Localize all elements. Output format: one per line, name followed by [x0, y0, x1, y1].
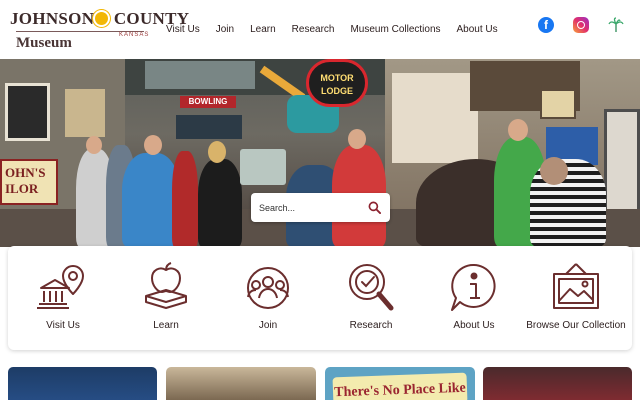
hero-framed-print	[65, 89, 105, 137]
nav-museum-collections[interactable]: Museum Collections	[350, 24, 440, 35]
hero-person	[198, 159, 242, 247]
search-icon[interactable]	[368, 201, 381, 214]
hero-display-case	[240, 149, 286, 185]
hero-bowling-sign: BOWLING	[180, 96, 236, 108]
hero-lodge-text: LODGE	[320, 86, 353, 96]
facebook-icon[interactable]: f	[538, 17, 554, 33]
framed-picture-icon	[553, 263, 599, 309]
map-pin-museum-icon	[37, 265, 84, 309]
hero-person	[172, 151, 198, 247]
feature-card[interactable]	[483, 367, 632, 400]
card-sign-text: There's No Place Like	[332, 372, 468, 400]
group-people-icon	[247, 267, 289, 309]
info-bubble-icon	[451, 263, 496, 311]
nav-join[interactable]: Join	[216, 24, 234, 35]
instagram-icon[interactable]	[573, 17, 589, 33]
hero-screens	[176, 115, 242, 139]
hero-sign-left-text: OHN'S ILOR	[5, 165, 46, 196]
palm-icon[interactable]	[608, 17, 624, 33]
quick-link-about-us[interactable]: About Us	[422, 260, 526, 342]
quick-link-label: Learn	[153, 320, 179, 331]
quick-link-learn[interactable]: Learn	[114, 260, 218, 342]
page: JOHNSON COUNTY KANSAS Museum Visit Us Jo…	[0, 0, 640, 400]
hero-sign-left: OHN'S ILOR	[0, 159, 58, 205]
main-nav: Visit Us Join Learn Research Museum Coll…	[158, 0, 506, 59]
quick-link-label: Join	[258, 320, 278, 331]
hero-person-head	[508, 119, 528, 141]
hero-panel	[540, 89, 576, 119]
apple-books-icon	[145, 262, 187, 309]
hero-panel	[604, 109, 640, 225]
logo-subtitle: Museum	[16, 35, 72, 51]
nav-research[interactable]: Research	[292, 24, 335, 35]
hero-map-panel	[392, 73, 478, 163]
quick-links-panel: Visit Us Learn Join Research About Us Br…	[8, 246, 632, 350]
hero-image: OHN'S ILOR BOWLING MOTOR LODGE	[0, 59, 640, 247]
hero-person-head	[144, 135, 162, 155]
feature-card[interactable]	[166, 367, 316, 400]
nav-learn[interactable]: Learn	[250, 24, 276, 35]
nav-visit-us[interactable]: Visit Us	[166, 24, 200, 35]
hero-motor-lodge-sign: MOTOR LODGE	[306, 59, 368, 107]
hero-motor-text: MOTOR	[320, 73, 354, 83]
quick-link-label: Research	[349, 320, 393, 331]
hero-person-head	[208, 141, 226, 163]
site-logo[interactable]: JOHNSON COUNTY KANSAS Museum	[10, 9, 189, 53]
quick-link-label: Browse Our Collection	[526, 320, 626, 331]
logo-state: KANSAS	[119, 32, 150, 38]
hero-person-head	[86, 136, 102, 154]
site-header: JOHNSON COUNTY KANSAS Museum Visit Us Jo…	[0, 0, 640, 59]
search-box	[251, 193, 390, 222]
magnifier-icon	[349, 264, 394, 311]
hero-person-head	[540, 157, 568, 185]
quick-link-join[interactable]: Join	[216, 260, 320, 342]
quick-link-label: About Us	[453, 320, 495, 331]
hero-window	[145, 61, 255, 89]
feature-card[interactable]: There's No Place Like	[325, 367, 475, 400]
quick-link-label: Visit Us	[46, 320, 80, 331]
quick-link-research[interactable]: Research	[319, 260, 423, 342]
feature-card[interactable]	[8, 367, 157, 400]
nav-about-us[interactable]: About Us	[457, 24, 498, 35]
hero-person-head	[348, 129, 366, 149]
quick-link-visit-us[interactable]: Visit Us	[11, 260, 115, 342]
logo-word-johnson: JOHNSON	[10, 9, 95, 28]
hero-portrait	[5, 83, 50, 141]
search-input[interactable]	[259, 193, 365, 222]
quick-link-browse-collection[interactable]: Browse Our Collection	[524, 260, 628, 342]
sun-icon	[95, 12, 109, 25]
